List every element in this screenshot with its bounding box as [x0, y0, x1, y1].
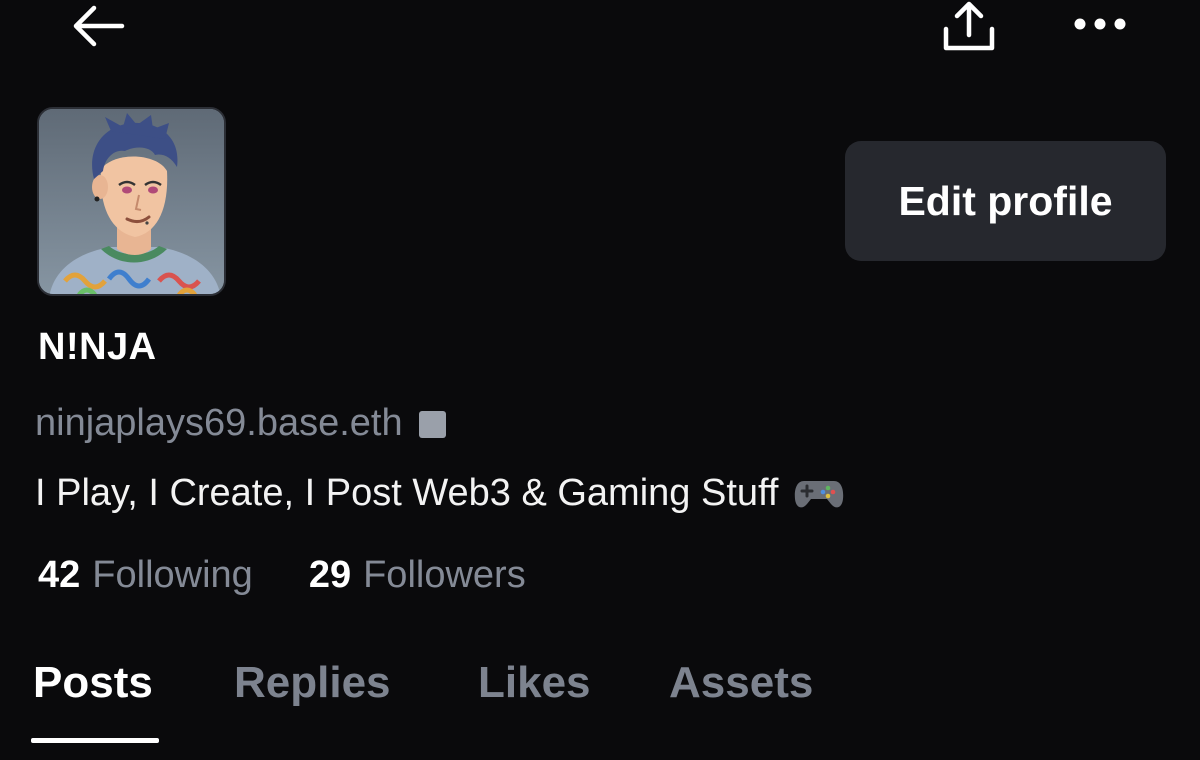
followers-label: Followers [363, 554, 526, 596]
avatar-illustration [39, 109, 224, 294]
more-horizontal-icon [1074, 18, 1126, 30]
followers-stat[interactable]: 29 Followers [309, 554, 526, 597]
tab-posts[interactable]: Posts [33, 658, 153, 708]
top-bar [0, 0, 1200, 60]
followers-count: 29 [308, 554, 352, 596]
profile-tabs: Posts Replies Likes Assets [0, 650, 1200, 760]
share-upload-icon [943, 1, 995, 51]
avatar[interactable] [37, 107, 226, 296]
gamepad-icon [795, 480, 844, 507]
handle[interactable]: ninjaplays69.base.eth [35, 402, 403, 445]
edit-profile-button[interactable]: Edit profile [845, 141, 1166, 261]
bio-text: I Play, I Create, I Post Web3 & Gaming S… [35, 472, 779, 514]
following-stat[interactable]: 42 Following [38, 554, 253, 597]
tab-replies[interactable]: Replies [234, 658, 391, 708]
arrow-left-icon [73, 5, 125, 47]
share-button[interactable] [936, 0, 1002, 54]
following-label: Following [92, 554, 253, 596]
following-count: 42 [38, 554, 81, 596]
tab-assets[interactable]: Assets [669, 658, 813, 708]
display-name: N!NJA [38, 326, 157, 368]
more-options-button[interactable] [1068, 2, 1132, 46]
tab-likes[interactable]: Likes [478, 658, 591, 708]
handle-row: ninjaplays69.base.eth [35, 402, 446, 445]
back-button[interactable] [66, 2, 130, 50]
square-badge-icon [418, 411, 446, 438]
profile-stats: 42 Following 29 Followers [38, 554, 526, 597]
active-tab-indicator [31, 738, 159, 743]
bio: I Play, I Create, I Post Web3 & Gaming S… [35, 472, 844, 515]
